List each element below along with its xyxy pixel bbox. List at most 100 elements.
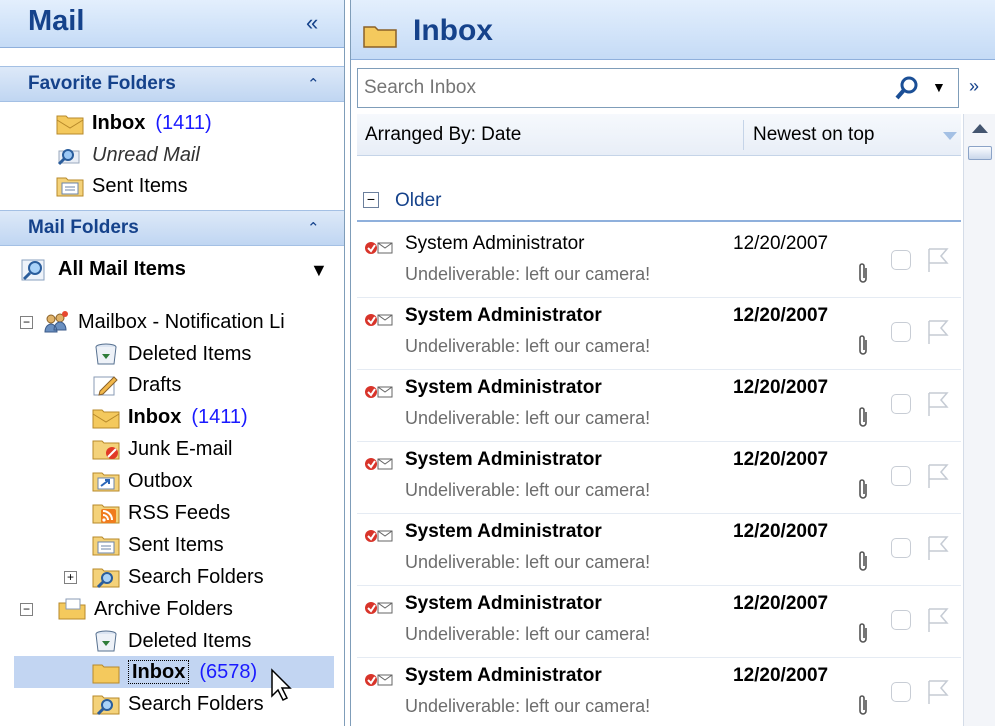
tree-item-archive-inbox-count: (6578) — [199, 661, 258, 683]
mail-folders-title: Mail Folders — [28, 217, 139, 238]
message-row[interactable]: System Administrator 12/20/2007 Undelive… — [357, 298, 961, 370]
favorite-inbox-count: (1411) — [155, 112, 212, 134]
mailbox-collapse-toggle[interactable]: − — [20, 316, 33, 329]
undeliverable-status-icon — [365, 242, 393, 254]
undeliverable-status-icon — [365, 314, 393, 326]
junk-email-icon — [92, 440, 120, 460]
flag-icon[interactable] — [925, 678, 951, 706]
attachment-icon — [859, 479, 867, 499]
archive-folders-icon — [58, 598, 86, 620]
message-row[interactable]: System Administrator 12/20/2007 Undelive… — [357, 226, 961, 298]
category-box[interactable] — [891, 322, 911, 342]
message-date: 12/20/2007 — [733, 233, 829, 254]
message-subject: Undeliverable: left our camera! — [405, 408, 651, 428]
message-sender: System Administrator — [405, 305, 602, 326]
navigation-pane: Mail « Favorite Folders ⌃ Inbox (1411) Un… — [0, 0, 345, 726]
message-date: 12/20/2007 — [733, 593, 829, 614]
message-sender: System Administrator — [405, 521, 602, 542]
undeliverable-status-icon — [365, 386, 393, 398]
outbox-icon — [92, 472, 120, 492]
all-mail-items-dropdown[interactable]: All Mail Items ▼ — [14, 254, 334, 288]
group-header-older[interactable]: − Older — [357, 186, 961, 222]
scroll-thumb[interactable] — [968, 146, 992, 160]
message-row[interactable]: System Administrator 12/20/2007 Undelive… — [357, 586, 961, 658]
vertical-scrollbar[interactable] — [963, 114, 995, 726]
all-mail-items-label: All Mail Items — [58, 258, 186, 280]
folder-icon — [92, 664, 120, 684]
message-sender: System Administrator — [405, 593, 602, 614]
category-box[interactable] — [891, 250, 911, 270]
flag-icon[interactable] — [925, 534, 951, 562]
message-subject: Undeliverable: left our camera! — [405, 696, 651, 716]
search-icon[interactable] — [894, 75, 920, 101]
folder-icon — [363, 26, 397, 48]
tree-item-archive-deleted-label: Deleted Items — [128, 630, 252, 652]
message-subject: Undeliverable: left our camera! — [405, 264, 651, 284]
rss-feeds-icon — [92, 504, 120, 524]
group-label: Older — [395, 190, 442, 211]
deleted-items-icon — [95, 343, 117, 365]
tree-item-archive-label: Archive Folders — [94, 598, 233, 620]
search-folder-icon — [92, 695, 120, 716]
flag-icon[interactable] — [925, 606, 951, 634]
collapse-nav-icon[interactable]: « — [306, 10, 318, 36]
favorite-sent-label: Sent Items — [92, 175, 188, 197]
undeliverable-status-icon — [365, 530, 393, 542]
tree-item-inbox-count: (1411) — [191, 406, 248, 428]
attachment-icon — [859, 695, 867, 715]
archive-collapse-toggle[interactable]: − — [20, 603, 33, 616]
flag-icon[interactable] — [925, 318, 951, 346]
message-subject: Undeliverable: left our camera! — [405, 480, 651, 500]
inbox-folder-icon — [56, 115, 84, 135]
message-sender: System Administrator — [405, 449, 602, 470]
tree-item-drafts-label: Drafts — [128, 374, 182, 396]
arrangement-bar: Arranged By: Date Newest on top — [357, 114, 961, 156]
favorite-folders-header[interactable]: Favorite Folders ⌃ — [0, 66, 344, 102]
message-list-pane: Inbox ▼ » Arranged By: Date Newest on to… — [350, 0, 995, 726]
tree-item-deleted-items-label: Deleted Items — [128, 343, 252, 365]
message-row[interactable]: System Administrator 12/20/2007 Undelive… — [357, 370, 961, 442]
tree-item-mailbox[interactable]: Mailbox - Notification Li — [42, 307, 344, 337]
message-row[interactable]: System Administrator 12/20/2007 Undelive… — [357, 658, 961, 726]
mailbox-icon — [44, 311, 68, 333]
flag-icon[interactable] — [925, 246, 951, 274]
group-collapse-toggle[interactable]: − — [363, 192, 379, 208]
sort-arrow-icon — [943, 132, 957, 140]
attachment-icon — [859, 623, 867, 643]
tree-item-junk-email-label: Junk E-mail — [128, 438, 233, 460]
deleted-items-icon — [95, 630, 117, 652]
message-row[interactable]: System Administrator 12/20/2007 Undelive… — [357, 514, 961, 586]
message-date: 12/20/2007 — [733, 521, 829, 542]
category-box[interactable] — [891, 538, 911, 558]
arranged-by-header[interactable]: Arranged By: Date — [365, 124, 521, 146]
message-sender: System Administrator — [405, 665, 602, 686]
message-date: 12/20/2007 — [733, 377, 829, 398]
nav-pane-title: Mail — [28, 5, 85, 37]
folder-header: Inbox — [351, 0, 995, 60]
search-options-dropdown-icon[interactable]: ▼ — [932, 79, 946, 95]
mail-folders-header[interactable]: Mail Folders ⌃ — [0, 210, 344, 246]
message-row[interactable]: System Administrator 12/20/2007 Undelive… — [357, 442, 961, 514]
sent-items-icon — [56, 177, 84, 197]
drafts-icon — [93, 376, 118, 396]
category-box[interactable] — [891, 466, 911, 486]
category-box[interactable] — [891, 394, 911, 414]
tree-item-archive-search-label: Search Folders — [128, 693, 264, 715]
tree-item-archive-inbox-label: Inbox — [128, 660, 190, 684]
search-input[interactable] — [364, 75, 884, 101]
attachment-icon — [859, 551, 867, 571]
flag-icon[interactable] — [925, 462, 951, 490]
collapse-favorites-icon[interactable]: ⌃ — [307, 75, 320, 93]
sort-order-header[interactable]: Newest on top — [753, 124, 874, 146]
flag-icon[interactable] — [925, 390, 951, 418]
dropdown-arrow-icon[interactable]: ▼ — [310, 260, 328, 281]
search-box[interactable]: ▼ — [357, 68, 959, 108]
search-folders-expand-toggle[interactable]: + — [64, 571, 77, 584]
category-box[interactable] — [891, 610, 911, 630]
category-box[interactable] — [891, 682, 911, 702]
scroll-up-icon[interactable] — [972, 124, 988, 133]
message-sender: System Administrator — [405, 377, 602, 398]
collapse-mail-folders-icon[interactable]: ⌃ — [307, 219, 320, 237]
expand-query-builder-icon[interactable]: » — [969, 76, 979, 97]
favorite-inbox-label: Inbox — [92, 112, 146, 134]
